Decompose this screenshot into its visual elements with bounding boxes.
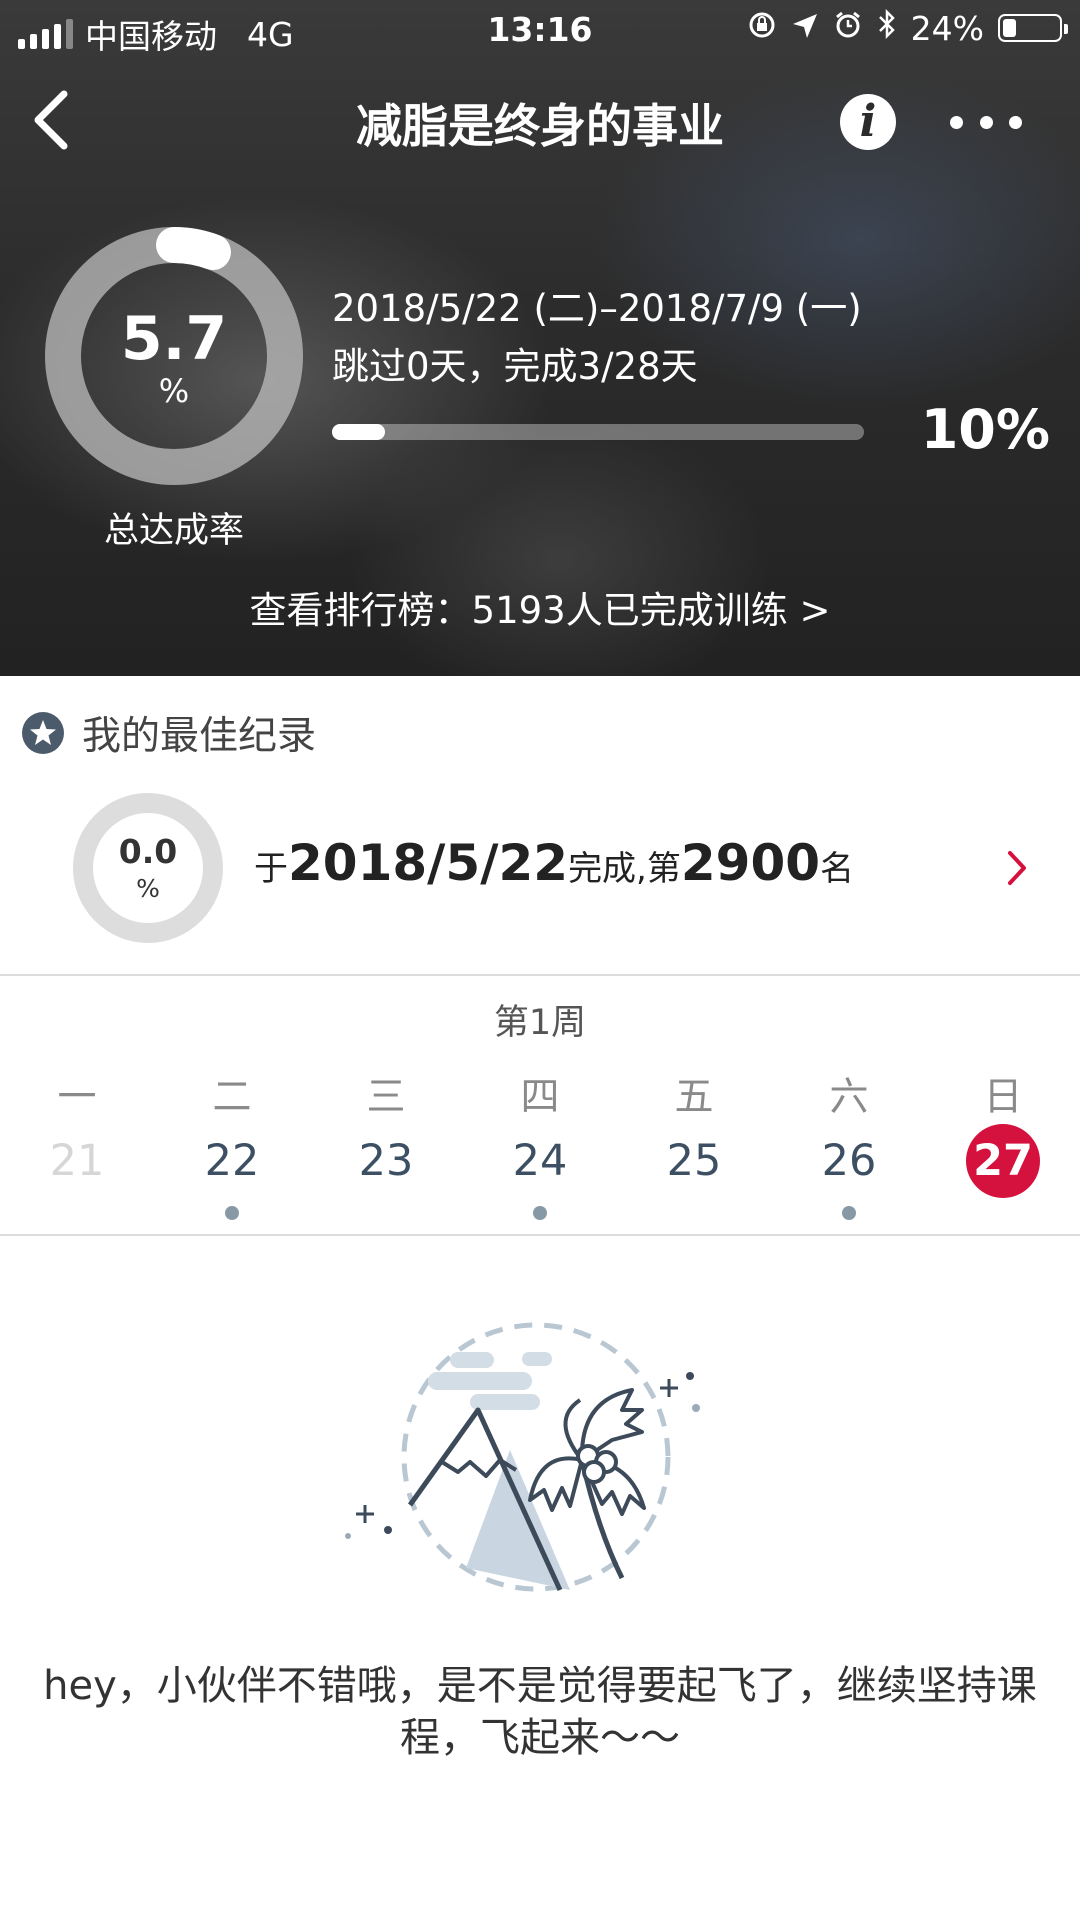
- day-cell-24[interactable]: 24: [485, 1124, 595, 1198]
- nav-bar: 减脂是终身的事业 i: [0, 80, 1080, 160]
- encouragement-message: hey，小伙伴不错哦，是不是觉得要起飞了，继续坚持课程，飞起来～～: [43, 1663, 1037, 1761]
- best-record-rank: 2900: [680, 834, 821, 892]
- day-cell-23[interactable]: 23: [331, 1124, 441, 1198]
- plan-progress-text: 跳过0天，完成3/28天: [332, 345, 698, 388]
- weekday-label: 日: [983, 1075, 1023, 1120]
- weekday-label: 六: [829, 1075, 869, 1120]
- day-cell-27-today[interactable]: 27: [948, 1124, 1058, 1198]
- best-record-header: 我的最佳纪录: [22, 708, 317, 759]
- weekday-label: 一: [57, 1075, 97, 1120]
- info-button[interactable]: i: [840, 94, 896, 150]
- best-record-text: 于2018/5/22完成,第2900名: [254, 834, 854, 892]
- weekday-label: 四: [520, 1075, 560, 1120]
- day-cell-21[interactable]: 21: [22, 1124, 132, 1198]
- best-record-rate-unit: %: [136, 874, 160, 903]
- more-button[interactable]: [950, 102, 1022, 142]
- completion-ring: 5.7 %: [44, 226, 304, 486]
- section-divider: [0, 1234, 1080, 1236]
- day-cell-25[interactable]: 25: [639, 1124, 749, 1198]
- completion-rate-label: 总达成率: [103, 511, 244, 551]
- day-cell-22[interactable]: 22: [177, 1124, 287, 1198]
- chevron-right-icon[interactable]: [1002, 848, 1032, 888]
- week-label: 第1周: [493, 1003, 587, 1043]
- completed-day-dot: [533, 1206, 547, 1220]
- alarm-icon: [833, 9, 863, 48]
- plan-progress-fill: [332, 424, 386, 440]
- star-icon: [22, 712, 64, 754]
- completion-rate-value: 5.7: [120, 304, 228, 374]
- best-record-ring: 0.0 %: [72, 792, 224, 944]
- best-record-title: 我的最佳纪录: [82, 714, 317, 759]
- completion-rate-unit: %: [158, 372, 190, 410]
- best-record-suffix: 名: [820, 849, 855, 889]
- more-dot: [979, 115, 993, 129]
- best-record-date: 2018/5/22: [288, 834, 569, 892]
- completed-day-dot: [842, 1206, 856, 1220]
- battery-icon: [998, 14, 1068, 42]
- battery-percent: 24%: [910, 8, 984, 48]
- page-title: 减脂是终身的事业: [356, 99, 724, 153]
- more-dot: [950, 115, 963, 129]
- best-record-middle: 完成,第: [568, 849, 681, 889]
- weekday-label: 二: [212, 1075, 252, 1120]
- best-record-rate: 0.0: [118, 832, 178, 871]
- leaderboard-link[interactable]: 查看排行榜：5193人已完成训练 >: [0, 580, 1080, 634]
- bluetooth-icon: [877, 8, 897, 48]
- day-cell-26[interactable]: 26: [794, 1124, 904, 1198]
- plan-progress-bar: [332, 424, 864, 440]
- header-hero: 中国移动 4G 13:16 24% 减脂是终身的事业 i 5.7 % 总达成率 …: [0, 0, 1080, 676]
- status-right: 24%: [747, 8, 1068, 48]
- encouragement-illustration: [330, 1300, 750, 1610]
- weekday-label: 三: [366, 1075, 406, 1120]
- best-record-prefix: 于: [254, 849, 288, 889]
- plan-date-range: 2018/5/22 (二)–2018/7/9 (一): [332, 287, 862, 330]
- plan-progress-percent: 10%: [920, 398, 1050, 461]
- battery-fill: [1003, 19, 1017, 37]
- more-dot: [1009, 115, 1022, 129]
- section-divider: [0, 974, 1080, 976]
- info-icon: i: [859, 96, 877, 147]
- rotation-lock-icon: [747, 9, 777, 48]
- weekday-label: 五: [674, 1075, 714, 1120]
- completed-day-dot: [225, 1206, 239, 1220]
- status-bar: 中国移动 4G 13:16 24%: [0, 0, 1080, 58]
- best-record-row[interactable]: 0.0 % 于2018/5/22完成,第2900名: [0, 788, 1080, 950]
- location-arrow-icon: [791, 9, 819, 48]
